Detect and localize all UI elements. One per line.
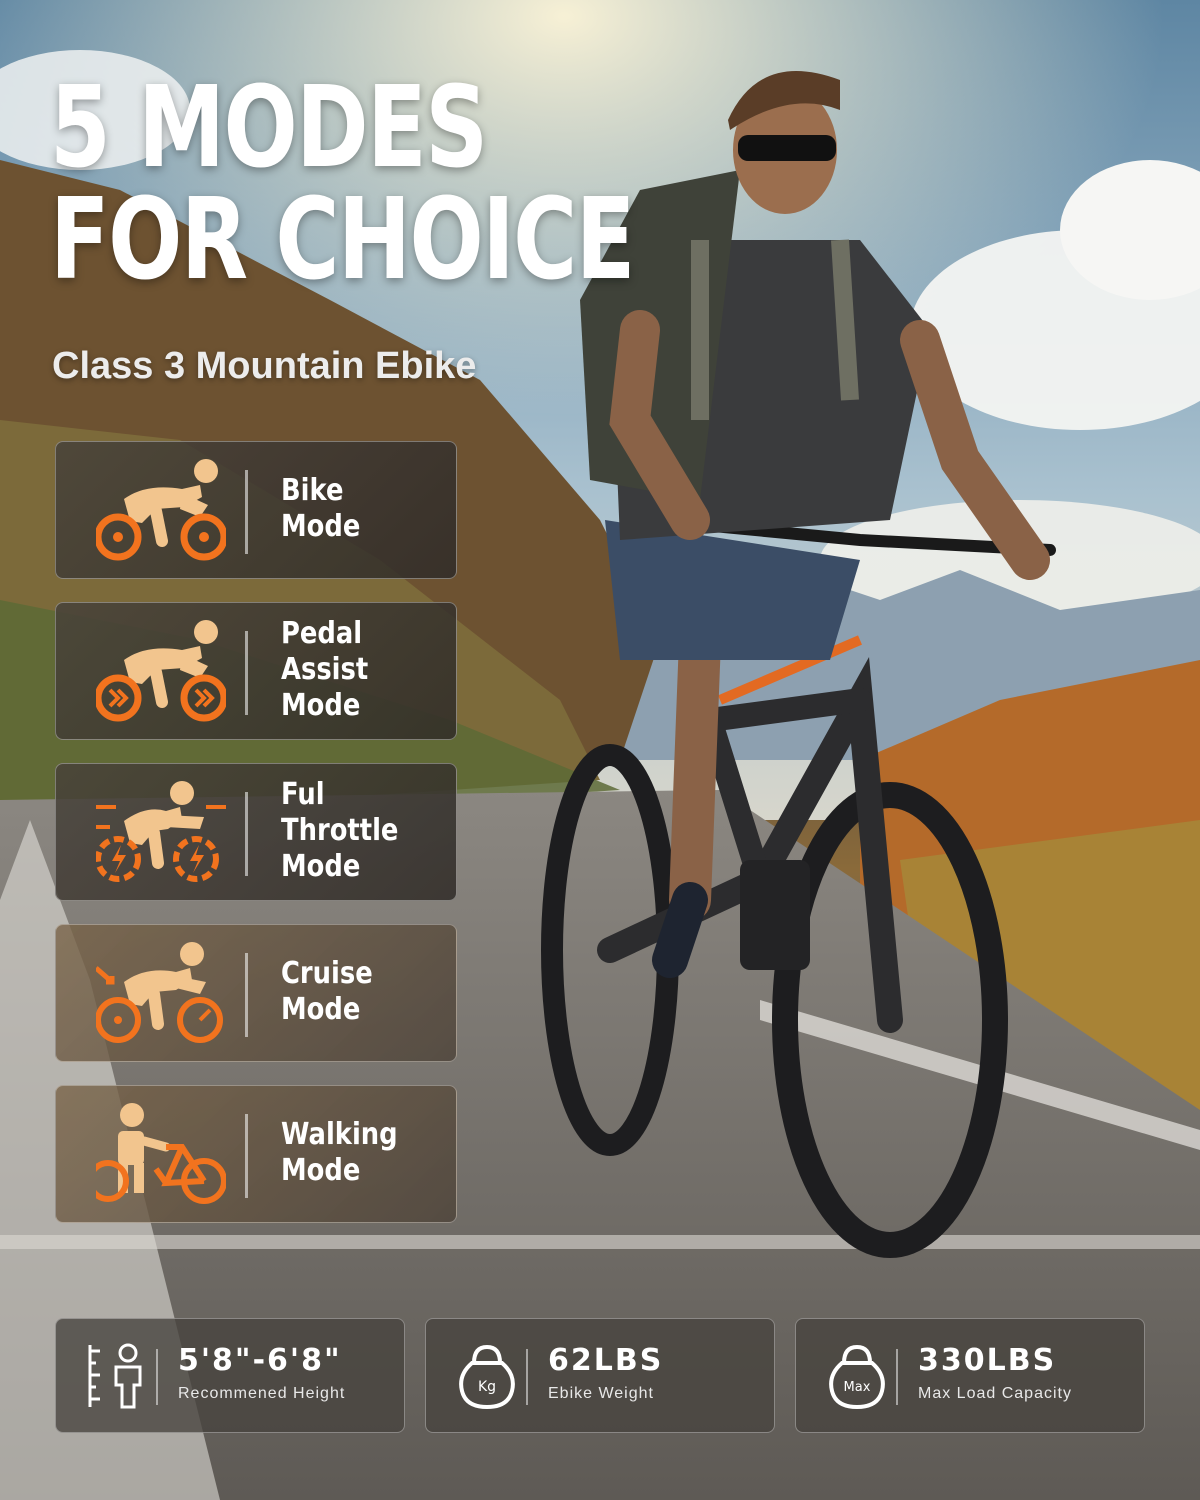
pedal-assist-icon — [96, 620, 226, 722]
cruise-speedometer-icon — [96, 942, 223, 1043]
spec-value: 330LBS — [918, 1343, 1057, 1378]
kettlebell-kg-icon: Kg — [459, 1344, 515, 1410]
mode-card-pedal-assist: Pedal Assist Mode — [55, 602, 457, 740]
spec-caption: Recommened Height — [178, 1385, 346, 1402]
mode-card-full-throttle: Ful Throttle Mode — [55, 763, 457, 901]
divider — [526, 1349, 528, 1405]
mode-label: Pedal Assist Mode — [281, 616, 369, 723]
kettlebell-max-icon: Max — [829, 1344, 885, 1410]
subtitle: Class 3 Mountain Ebike — [52, 345, 477, 387]
bike-rider-icon — [96, 459, 226, 561]
spec-caption: Max Load Capacity — [918, 1385, 1072, 1402]
mode-card-walking: Walking Mode — [55, 1085, 457, 1223]
spec-caption: Ebike Weight — [548, 1385, 654, 1402]
spec-value: 62LBS — [548, 1343, 664, 1378]
divider — [245, 953, 248, 1037]
mode-label: Bike Mode — [281, 473, 361, 544]
throttle-lightning-icon — [96, 781, 226, 882]
spec-card-weight: Kg 62LBS Ebike Weight — [425, 1318, 775, 1433]
mode-label: Ful Throttle Mode — [281, 777, 399, 884]
mode-list: Bike Mode Pedal Assist Mode Ful Throttle… — [55, 441, 457, 1246]
kg-icon-text: Kg — [478, 1379, 496, 1395]
divider — [156, 1349, 158, 1405]
spec-card-height: 5'8"-6'8" Recommened Height — [55, 1318, 405, 1433]
mode-card-cruise: Cruise Mode — [55, 924, 457, 1062]
headline: 5 MODES FOR CHOICE — [50, 63, 635, 305]
divider — [245, 792, 248, 876]
mode-label: Walking Mode — [281, 1117, 398, 1188]
max-icon-text: Max — [844, 1380, 871, 1395]
divider — [896, 1349, 898, 1405]
height-ruler-icon — [88, 1343, 142, 1409]
divider — [245, 631, 248, 715]
walking-bike-icon — [96, 1103, 226, 1204]
headline-line-2: FOR CHOICE — [50, 175, 635, 305]
headline-line-1: 5 MODES — [50, 63, 488, 193]
divider — [245, 470, 248, 554]
mode-label: Cruise Mode — [281, 956, 373, 1027]
spec-card-load: Max 330LBS Max Load Capacity — [795, 1318, 1145, 1433]
ad-canvas: 5 MODES FOR CHOICE Class 3 Mountain Ebik… — [0, 0, 1200, 1500]
spec-bar: 5'8"-6'8" Recommened Height Kg 62LBS Ebi… — [55, 1318, 1145, 1433]
spec-value: 5'8"-6'8" — [178, 1343, 342, 1378]
mode-card-bike: Bike Mode — [55, 441, 457, 579]
divider — [245, 1114, 248, 1198]
